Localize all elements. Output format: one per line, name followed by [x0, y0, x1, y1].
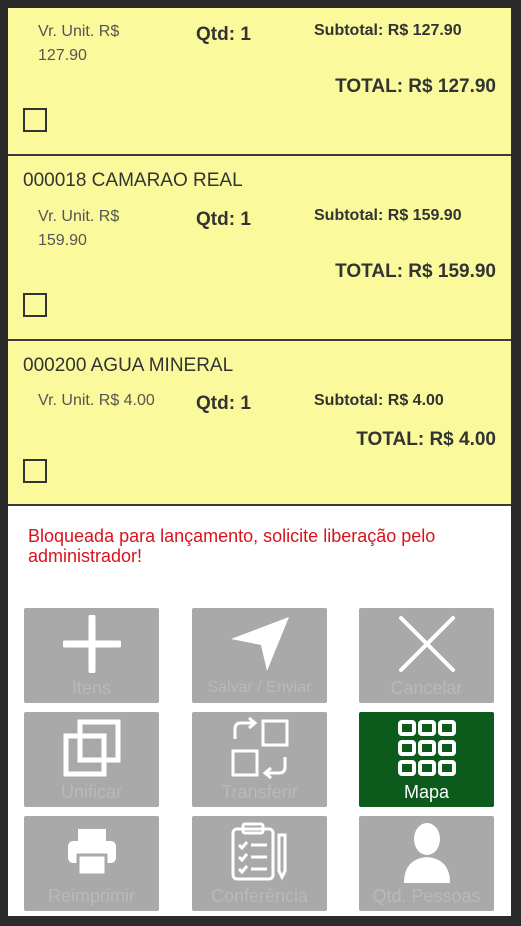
- itens-button[interactable]: Itens: [24, 608, 159, 703]
- salvar-enviar-label: Salvar / Enviar: [207, 679, 312, 696]
- item-checkbox[interactable]: [23, 293, 47, 317]
- printer-icon: [24, 820, 159, 884]
- blocked-message: Bloqueada para lançamento, solicite libe…: [28, 526, 436, 566]
- transferir-label: Transferir: [221, 782, 298, 802]
- grid-map-icon: [359, 716, 494, 780]
- mapa-button[interactable]: Mapa: [359, 712, 494, 807]
- subtotal: Subtotal: R$ 4.00: [314, 392, 444, 409]
- unit-price: Vr. Unit. R$ 159.90: [38, 205, 148, 253]
- send-arrow-icon: [192, 612, 327, 676]
- order-item: Vr. Unit. R$ 127.90 Qtd: 1 Subtotal: R$ …: [8, 8, 511, 156]
- item-checkbox[interactable]: [23, 108, 47, 132]
- unit-price: Vr. Unit. R$ 4.00: [38, 389, 188, 413]
- subtotal: Subtotal: R$ 127.90: [314, 22, 462, 39]
- salvar-enviar-button[interactable]: Salvar / Enviar: [192, 608, 327, 703]
- conferencia-button[interactable]: Conferência: [192, 816, 327, 911]
- unificar-button[interactable]: Unificar: [24, 712, 159, 807]
- unit-price-label: Vr. Unit. R$ 4.00: [38, 392, 155, 409]
- cancelar-button[interactable]: Cancelar: [359, 608, 494, 703]
- qtd-pessoas-label: Qtd. Pessoas: [372, 886, 481, 906]
- reimprimir-button[interactable]: Reimprimir: [24, 816, 159, 911]
- unificar-label: Unificar: [60, 782, 122, 802]
- quantity: Qtd: 1: [196, 24, 251, 45]
- unit-price: Vr. Unit. R$ 127.90: [38, 20, 148, 68]
- itens-label: Itens: [71, 678, 112, 698]
- item-name: 000018 CAMARAO REAL: [23, 170, 243, 191]
- subtotal: Subtotal: R$ 159.90: [314, 207, 462, 224]
- unit-price-label: Vr. Unit. R$: [38, 23, 120, 40]
- order-item: 000018 CAMARAO REAL Vr. Unit. R$ 159.90 …: [8, 156, 511, 341]
- merge-squares-icon: [24, 716, 159, 780]
- conferencia-label: Conferência: [210, 886, 309, 906]
- unit-price-label: Vr. Unit. R$: [38, 208, 120, 225]
- transfer-icon: [192, 716, 327, 780]
- transferir-button[interactable]: Transferir: [192, 712, 327, 807]
- cancelar-label: Cancelar: [390, 678, 463, 698]
- item-name: 000200 AGUA MINERAL: [23, 355, 234, 376]
- clipboard-checklist-icon: [192, 820, 327, 884]
- item-total: TOTAL: R$ 127.90: [335, 76, 496, 97]
- unit-price-value: 159.90: [38, 232, 87, 249]
- quantity: Qtd: 1: [196, 393, 251, 414]
- item-total: TOTAL: R$ 159.90: [335, 261, 496, 282]
- qtd-pessoas-button[interactable]: Qtd. Pessoas: [359, 816, 494, 911]
- person-icon: [359, 820, 494, 884]
- item-checkbox[interactable]: [23, 459, 47, 483]
- plus-icon: [24, 612, 159, 676]
- close-icon: [359, 612, 494, 676]
- quantity: Qtd: 1: [196, 209, 251, 230]
- order-screen: Vr. Unit. R$ 127.90 Qtd: 1 Subtotal: R$ …: [8, 8, 511, 916]
- unit-price-value: 127.90: [38, 47, 87, 64]
- mapa-label: Mapa: [403, 782, 450, 802]
- reimprimir-label: Reimprimir: [48, 886, 135, 906]
- order-item: 000200 AGUA MINERAL Vr. Unit. R$ 4.00 Qt…: [8, 341, 511, 506]
- item-total: TOTAL: R$ 4.00: [356, 429, 496, 450]
